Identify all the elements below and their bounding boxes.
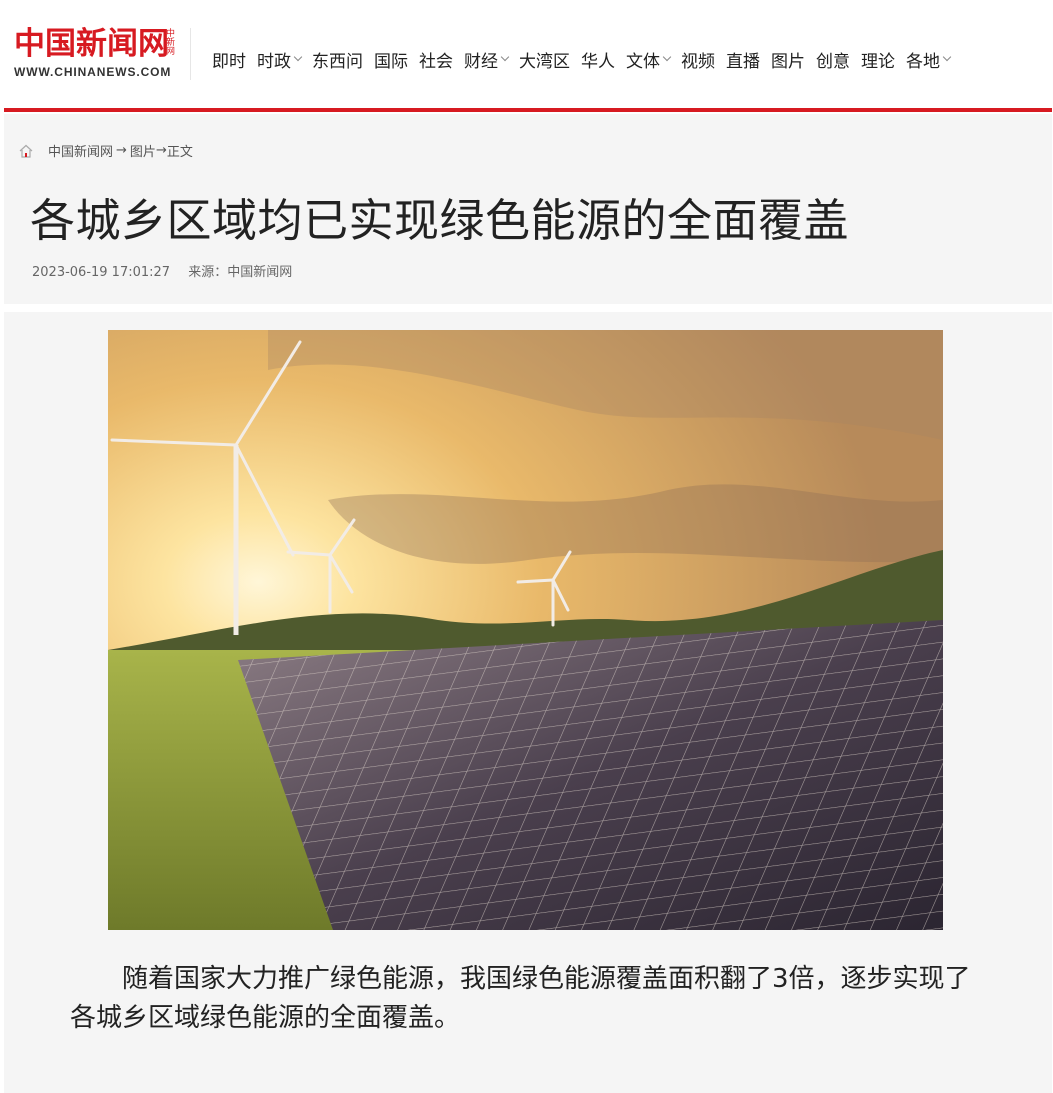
logo-chinese-text: 中国新闻网 [14,26,169,62]
home-icon[interactable] [18,143,34,159]
nav-item-label: 财经 [464,51,498,72]
nav-item-label: 图片 [771,51,805,72]
publish-datetime: 2023-06-19 17:01:27 [32,265,171,280]
nav-item-11[interactable]: 图片 [771,47,805,72]
header-divider [190,28,191,80]
breadcrumb: 中国新闻网 → 图片 → 正文 [18,141,193,160]
breadcrumb-separator: → [116,143,127,158]
nav-item-label: 各地 [906,51,940,72]
breadcrumb-separator: → [155,143,167,158]
site-header: 中国新闻网 中新网 WWW.CHINANEWS.COM 即时 时政 东西问 国际 社会财… [0,0,1053,108]
nav-item-5[interactable]: 财经 [464,47,510,72]
chevron-down-icon [942,52,952,62]
nav-item-label: 时政 [257,51,291,72]
page-title: 各城乡区域均已实现绿色能源的全面覆盖 [30,194,850,247]
breadcrumb-pictures[interactable]: 图片 [130,141,156,160]
site-logo[interactable]: 中国新闻网 中新网 WWW.CHINANEWS.COM [12,26,182,82]
article-content: 随着国家大力推广绿色能源，我国绿色能源覆盖面积翻了3倍，逐步实现了各城乡区域绿色… [4,312,1052,1093]
nav-item-1[interactable]: 时政 [257,47,303,72]
article-header: 中国新闻网 → 图片 → 正文 各城乡区域均已实现绿色能源的全面覆盖 2023-… [4,114,1052,304]
nav-item-label: 创意 [816,51,850,72]
nav-item-13[interactable]: 理论 [861,47,895,72]
nav-item-10[interactable]: 直播 [726,47,760,72]
nav-item-label: 文体 [626,51,660,72]
nav-item-6[interactable]: 大湾区 [519,47,570,72]
nav-item-4[interactable]: 社会 [419,47,453,72]
logo-english-text: WWW.CHINANEWS.COM [14,65,172,79]
nav-item-0[interactable]: 即时 [212,47,246,72]
nav-item-label: 东西问 [312,51,363,72]
nav-item-14[interactable]: 各地 [906,47,952,72]
article-body: 随着国家大力推广绿色能源，我国绿色能源覆盖面积翻了3倍，逐步实现了各城乡区域绿色… [70,964,971,1033]
nav-item-label: 视频 [681,51,715,72]
article-meta: 2023-06-19 17:01:27 来源：中国新闻网 [32,261,306,280]
nav-item-label: 华人 [581,51,615,72]
nav-item-label: 直播 [726,51,760,72]
article-photo[interactable] [108,330,943,930]
nav-item-label: 社会 [419,51,453,72]
nav-item-9[interactable]: 视频 [681,47,715,72]
article-source: 来源：中国新闻网 [188,265,293,280]
nav-item-7[interactable]: 华人 [581,47,615,72]
nav-item-8[interactable]: 文体 [626,47,672,72]
chevron-down-icon [662,52,672,62]
logo-side-text: 中新网 [164,28,174,55]
nav-item-label: 国际 [374,51,408,72]
breadcrumb-home[interactable]: 中国新闻网 [48,141,113,160]
breadcrumb-current: 正文 [166,145,193,160]
chevron-down-icon [500,52,510,62]
nav-item-2[interactable]: 东西问 [312,47,363,72]
nav-item-label: 大湾区 [519,51,570,72]
solar-wind-photo-graphic [108,330,943,930]
nav-item-label: 理论 [861,51,895,72]
nav-item-12[interactable]: 创意 [816,47,850,72]
nav-item-3[interactable]: 国际 [374,47,408,72]
chevron-down-icon [293,52,303,62]
header-accent-bar [4,108,1052,112]
main-nav: 即时 时政 东西问 国际 社会 财经 大湾区 华人 文体 视频 直播 图片 创意 理论 各地 [212,46,961,72]
nav-item-label: 即时 [212,51,246,72]
